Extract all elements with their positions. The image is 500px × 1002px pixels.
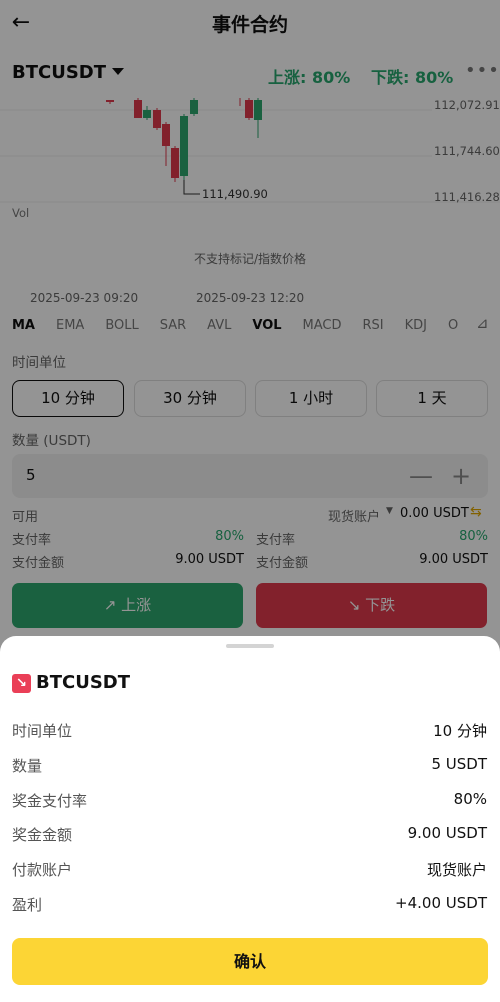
- detail-label: 数量: [12, 757, 43, 775]
- confirm-button[interactable]: 确认: [12, 938, 488, 985]
- detail-value: 现货账户: [426, 861, 487, 879]
- detail-label: 付款账户: [12, 861, 73, 879]
- detail-label: 奖金支付率: [12, 792, 88, 810]
- profit-value: +4.00 USDT: [395, 894, 487, 912]
- detail-value: 10 分钟: [433, 722, 487, 740]
- sheet-symbol-text: BTCUSDT: [36, 672, 131, 693]
- detail-label: 时间单位: [12, 722, 73, 740]
- detail-label: 奖金金额: [12, 826, 73, 844]
- drag-handle[interactable]: [226, 644, 274, 648]
- detail-value: 80%: [453, 790, 487, 808]
- detail-value: 9.00 USDT: [407, 824, 487, 842]
- detail-value: 5 USDT: [431, 755, 487, 773]
- detail-label: 盈利: [12, 896, 43, 914]
- arrow-down-right-icon: ↘: [12, 674, 31, 693]
